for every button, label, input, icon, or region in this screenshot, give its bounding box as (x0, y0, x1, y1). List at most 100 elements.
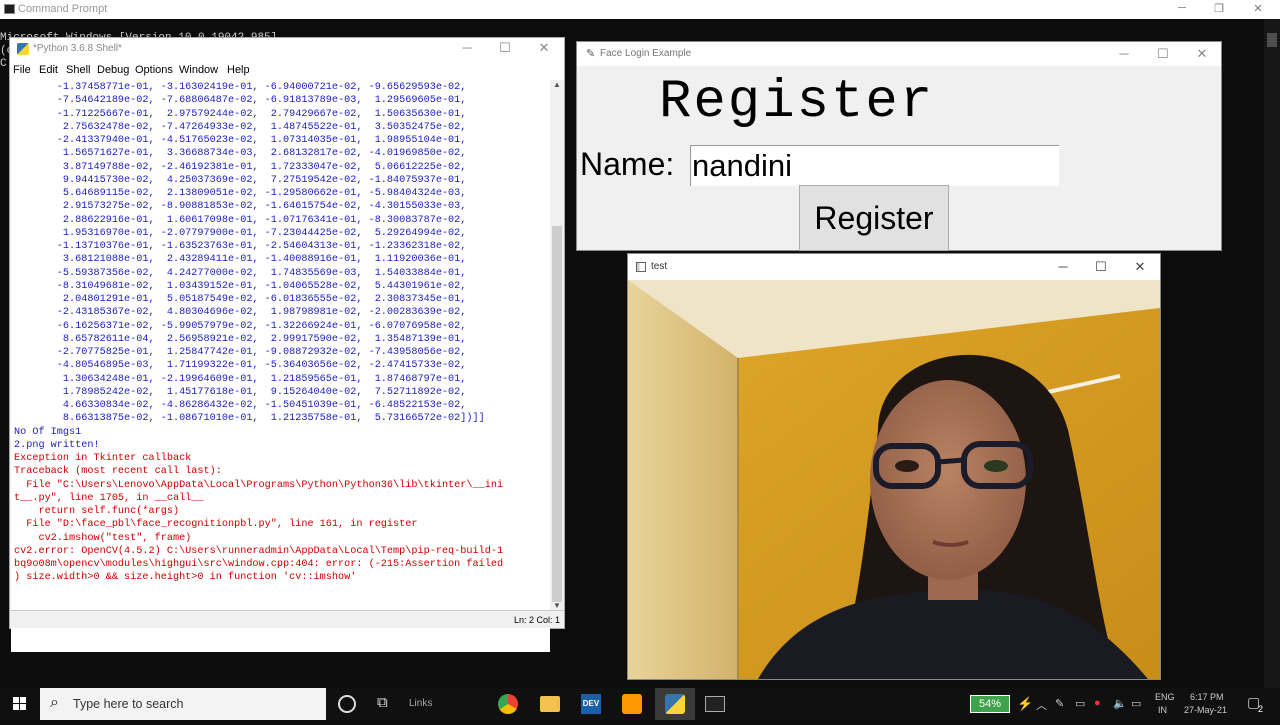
network-icon[interactable]: ▭ (1131, 697, 1141, 710)
menu-window[interactable]: Window (179, 64, 218, 76)
camera-test-window[interactable]: test ─ ☐ ✕ (627, 253, 1161, 680)
python-shell-window[interactable]: *Python 3.6.8 Shell* ─ ☐ ✕ File Edit She… (9, 37, 565, 652)
shell-line: return self.func(*args) (14, 506, 180, 517)
camera-test-titlebar[interactable]: test ─ ☐ ✕ (628, 254, 1160, 280)
webcam-image (628, 280, 1160, 679)
maximize-icon[interactable]: ☐ (1091, 259, 1111, 275)
shell-line: -2.70775825e-01, 1.25847742e-01, -9.0887… (14, 347, 467, 358)
shell-line: 1.95316970e-01, -2.07797900e-01, -7.2304… (14, 227, 467, 239)
window-icon (636, 262, 646, 272)
scroll-up-icon[interactable]: ▲ (553, 80, 561, 89)
shell-line: 2.png written! (14, 439, 100, 451)
shell-line: -2.43185367e-02, 4.80304696e-02, 1.98798… (14, 307, 467, 319)
show-hidden-icons-icon[interactable]: ︿ (1036, 697, 1047, 713)
cmd-scrollbar-thumb[interactable] (1267, 33, 1277, 47)
windows-logo-icon (13, 697, 26, 710)
links-toolbar[interactable]: Links (409, 698, 432, 709)
close-icon[interactable]: ✕ (1192, 46, 1212, 62)
cmd-icon (4, 4, 15, 14)
scroll-down-icon[interactable]: ▼ (553, 601, 561, 610)
minimize-icon[interactable]: ─ (1114, 46, 1134, 61)
tk-feather-icon: ✎ (586, 48, 596, 60)
shell-line: 2.88622916e-01, 1.60617098e-01, -1.07176… (14, 214, 467, 226)
cortana-icon[interactable] (338, 695, 356, 713)
taskbar-search[interactable]: ⌕ Type here to search (40, 688, 326, 720)
volume-icon[interactable]: 🔈 (1113, 697, 1127, 710)
shell-line: -1.13710376e-01, -1.63523763e-01, -2.546… (14, 241, 467, 252)
camera-test-title: test (651, 261, 668, 272)
minimize-icon[interactable]: ─ (1172, 2, 1192, 14)
shell-line: Exception in Tkinter callback (14, 453, 192, 464)
python-idle-taskbar-icon[interactable] (665, 694, 685, 714)
close-icon[interactable]: ✕ (534, 40, 554, 56)
menu-edit[interactable]: Edit (39, 64, 58, 76)
register-button[interactable]: Register (799, 185, 949, 251)
shell-line: 3.68121088e-01, 2.43289411e-01, -1.40088… (14, 254, 467, 266)
command-prompt-taskbar-icon[interactable] (705, 696, 725, 712)
shell-line: -8.31049681e-02, 1.03439152e-01, -1.0406… (14, 280, 467, 292)
notification-count: 2 (1258, 704, 1264, 714)
minimize-icon[interactable]: ─ (457, 40, 477, 55)
menu-options[interactable]: Options (135, 64, 173, 76)
chrome-icon[interactable] (498, 694, 518, 714)
shell-line: bq9o08m\opencv\modules\highgui\src\windo… (14, 559, 504, 570)
python-icon (17, 43, 29, 55)
close-icon[interactable]: ✕ (1130, 259, 1150, 275)
shell-line: No Of Imgs1 (14, 426, 82, 438)
pen-icon[interactable]: ✎ (1055, 697, 1064, 710)
search-placeholder: Type here to search (73, 697, 184, 711)
webcam-frame (628, 280, 1160, 679)
shell-line: 2.75632478e-02, -7.47264933e-02, 1.48745… (14, 121, 467, 133)
start-button[interactable] (0, 688, 40, 720)
name-input[interactable] (690, 145, 1059, 186)
maximize-icon[interactable]: ❐ (1209, 2, 1229, 15)
close-icon[interactable]: ✕ (1248, 2, 1268, 15)
python-shell-titlebar[interactable]: *Python 3.6.8 Shell* ─ ☐ ✕ (10, 38, 564, 60)
taskbar: ⌕ Type here to search ⧉ Links DEV 54% ⚡ … (0, 688, 1280, 720)
shell-line: 2.91573275e-02, -8.90881853e-02, -1.6461… (14, 201, 467, 213)
register-heading: Register (659, 72, 935, 133)
shell-line: -4.80546895e-03, 1.71199322e-01, -5.3640… (14, 360, 467, 372)
language-line1[interactable]: ENG (1155, 692, 1175, 702)
shell-line: 1.56571627e-01, 3.36688734e-03, 2.681328… (14, 148, 467, 160)
shell-line: -1.37458771e-01, -3.16302419e-01, -6.940… (14, 82, 467, 93)
shell-line: 8.66313875e-02, -1.08671010e-01, 1.21235… (14, 413, 485, 425)
shell-line: cv2.imshow("test", frame) (14, 532, 192, 544)
task-view-icon[interactable]: ⧉ (377, 694, 397, 714)
cmd-scrollbar[interactable] (1264, 19, 1280, 688)
power-icon[interactable]: ⚡ (1017, 696, 1033, 712)
shell-text-area[interactable]: -1.37458771e-01, -3.16302419e-01, -6.940… (11, 80, 550, 652)
battery-indicator[interactable]: 54% (970, 695, 1010, 713)
sublime-text-icon[interactable] (622, 694, 642, 714)
shell-line: 8.65782611e-04, 2.56958921e-02, 2.999175… (14, 333, 467, 345)
shell-scrollbar-thumb[interactable] (552, 226, 562, 602)
shell-line: -6.16256371e-02, -5.99057979e-02, -1.322… (14, 320, 467, 332)
shell-line: cv2.error: OpenCV(4.5.2) C:\Users\runner… (14, 545, 504, 557)
clock-time[interactable]: 6:17 PM (1190, 692, 1224, 702)
face-login-window[interactable]: ✎ Face Login Example ─ ☐ ✕ Register Name… (576, 41, 1222, 251)
menu-debug[interactable]: Debug (97, 64, 129, 76)
shell-scrollbar[interactable]: ▲ ▼ (550, 80, 564, 610)
file-explorer-icon[interactable] (540, 696, 560, 712)
menu-file[interactable]: File (13, 64, 31, 76)
shell-line: 9.94415730e-02, 4.25037369e-02, 7.275195… (14, 174, 467, 186)
maximize-icon[interactable]: ☐ (495, 40, 515, 56)
menu-shell[interactable]: Shell (66, 64, 90, 76)
clock-date[interactable]: 27-May-21 (1184, 705, 1227, 715)
menu-help[interactable]: Help (227, 64, 250, 76)
antivirus-icon[interactable]: ● (1094, 697, 1101, 709)
command-prompt-titlebar[interactable]: Command Prompt ─ ❐ ✕ (0, 0, 1280, 19)
menu-bar: File Edit Shell Debug Options Window Hel… (10, 60, 564, 80)
name-label: Name: (580, 146, 675, 182)
shell-line: -5.59387356e-02, 4.24277000e-02, 1.74835… (14, 267, 467, 279)
language-line2[interactable]: IN (1158, 705, 1167, 715)
face-login-titlebar[interactable]: ✎ Face Login Example ─ ☐ ✕ (577, 42, 1221, 66)
face-login-title: Face Login Example (600, 48, 692, 59)
device-icon[interactable]: ▭ (1075, 697, 1085, 710)
minimize-icon[interactable]: ─ (1053, 259, 1073, 274)
maximize-icon[interactable]: ☐ (1153, 46, 1173, 62)
status-bar: Ln: 2 Col: 1 (10, 610, 564, 628)
shell-line: 1.30634248e-01, -2.19964609e-01, 1.21859… (14, 373, 467, 385)
dev-cpp-icon[interactable]: DEV (581, 694, 601, 714)
shell-line: -7.54642189e-02, -7.68806487e-02, -6.918… (14, 95, 467, 107)
